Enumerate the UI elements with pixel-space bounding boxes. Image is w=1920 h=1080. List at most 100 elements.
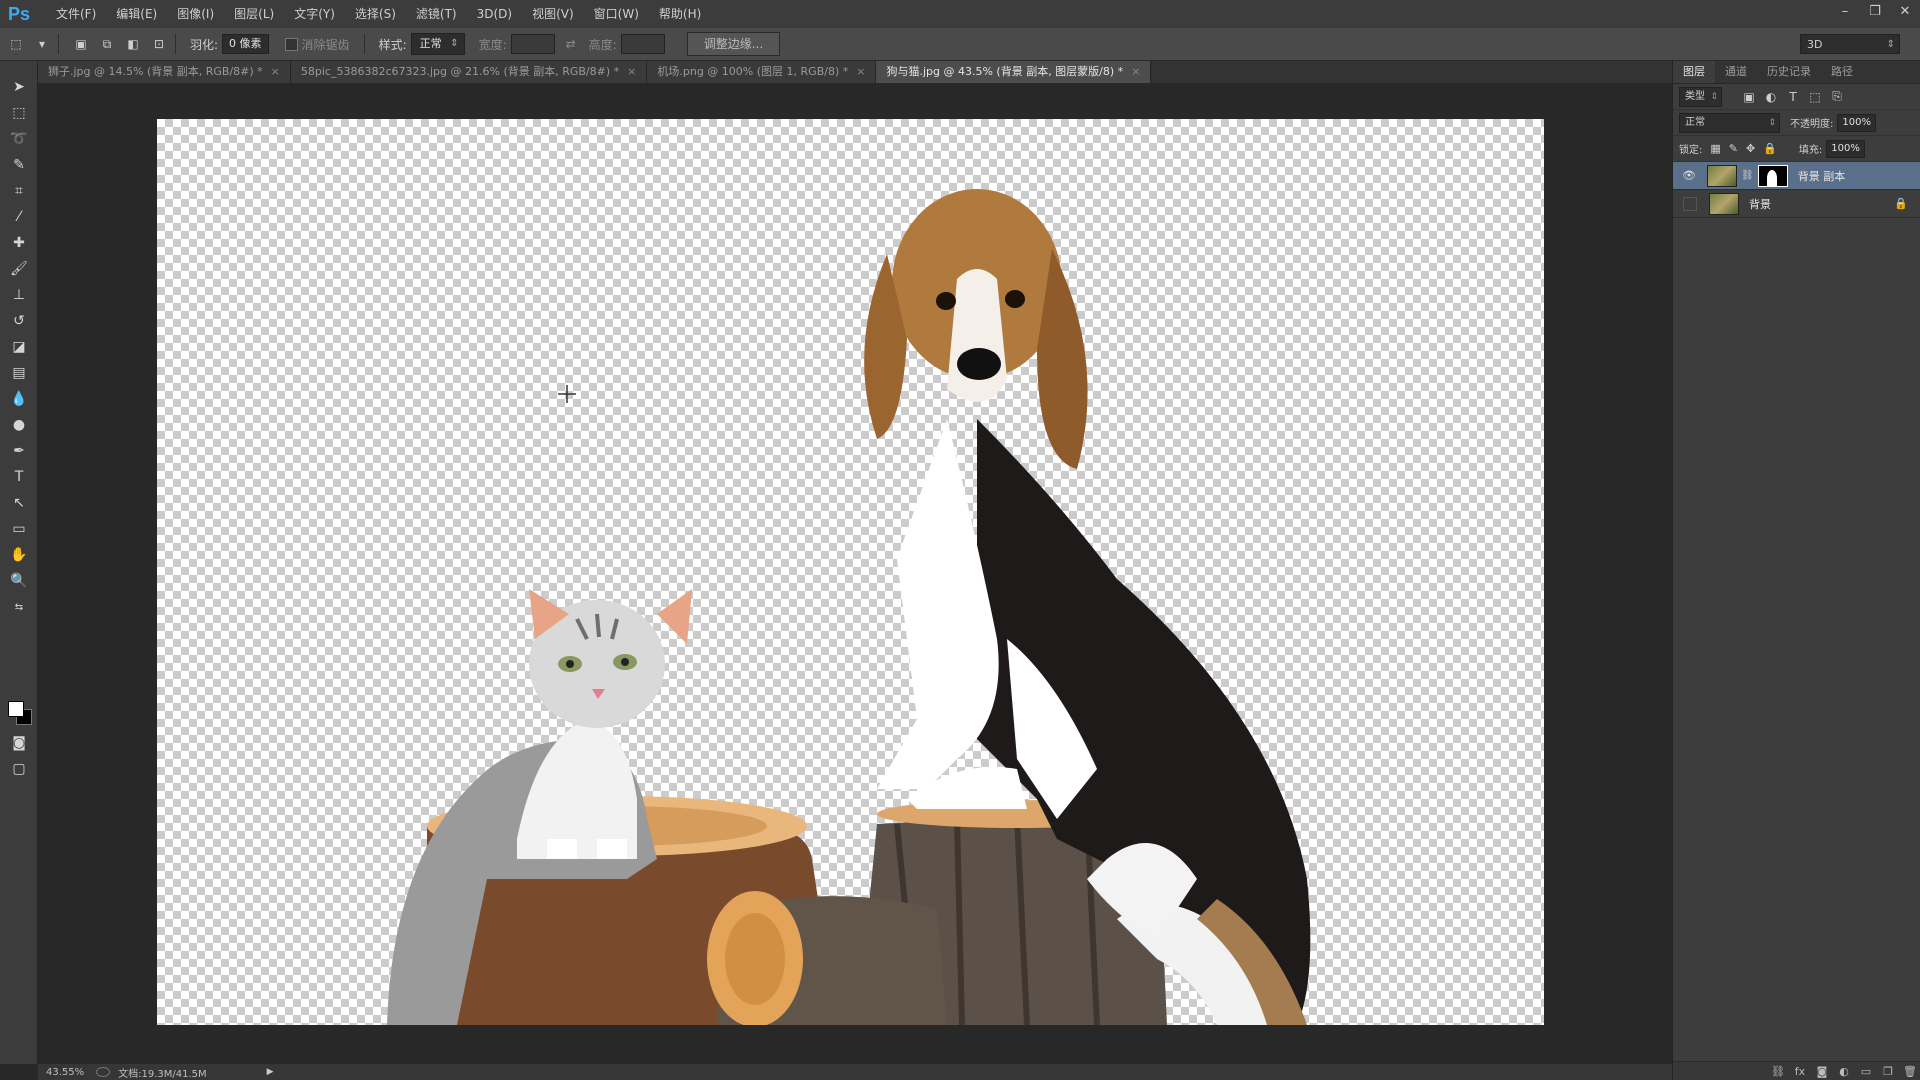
close-icon[interactable]: × [1131, 61, 1140, 83]
add-mask-icon[interactable]: ◙ [1811, 1065, 1833, 1078]
adjustment-filter-icon[interactable]: ◐ [1764, 90, 1778, 104]
antialias-checkbox[interactable] [284, 37, 298, 51]
filter-kind-select[interactable]: 类型 [1679, 86, 1722, 107]
smart-object-filter-icon[interactable]: ⎘ [1830, 89, 1844, 104]
lock-all-icon[interactable]: 🔒 [1763, 142, 1777, 155]
document-size: 文档:19.3M/41.5M [118, 1068, 207, 1080]
clone-stamp-tool-icon[interactable]: ⊥ [9, 285, 29, 305]
screen-mode-icon[interactable]: ▢ [9, 759, 29, 779]
menu-select[interactable]: 选择(S) [345, 0, 406, 28]
adjustment-layer-icon[interactable]: ◐ [1833, 1065, 1855, 1078]
visibility-toggle[interactable] [1683, 196, 1697, 211]
menu-type[interactable]: 文字(Y) [284, 0, 345, 28]
opacity-input[interactable]: 100% [1837, 113, 1876, 132]
tab-layers[interactable]: 图层 [1673, 61, 1715, 83]
menu-help[interactable]: 帮助(H) [649, 0, 711, 28]
feather-input[interactable]: 0 像素 [222, 34, 269, 54]
doc-tab[interactable]: 狮子.jpg @ 14.5% (背景 副本, RGB/8#) * × [38, 61, 291, 83]
swap-icon[interactable]: ⇄ [561, 34, 581, 54]
layer-mask-thumbnail[interactable] [1757, 164, 1788, 187]
menu-items: 文件(F) 编辑(E) 图像(I) 图层(L) 文字(Y) 选择(S) 滤镜(T… [46, 0, 711, 28]
refine-edge-button[interactable]: 调整边缘... [686, 32, 781, 56]
intersect-selection-icon[interactable]: ⊡ [149, 34, 169, 54]
add-selection-icon[interactable]: ⧉ [97, 34, 117, 54]
close-icon[interactable]: × [627, 61, 636, 83]
blur-tool-icon[interactable]: 💧 [9, 389, 29, 409]
minimize-button[interactable]: – [1830, 0, 1860, 22]
zoom-tool-icon[interactable]: 🔍 [9, 571, 29, 591]
status-info-icon[interactable] [96, 1067, 111, 1077]
lock-transparent-icon[interactable]: ▦ [1710, 142, 1720, 155]
document-canvas[interactable] [157, 119, 1544, 1025]
menu-file[interactable]: 文件(F) [46, 0, 106, 28]
menu-window[interactable]: 窗口(W) [584, 0, 649, 28]
menu-image[interactable]: 图像(I) [167, 0, 224, 28]
style-select[interactable]: 正常 [410, 33, 465, 55]
pixel-filter-icon[interactable]: ▣ [1742, 90, 1756, 104]
healing-brush-tool-icon[interactable]: ✚ [9, 233, 29, 253]
foreground-color-swatch[interactable] [8, 701, 24, 717]
blend-mode-select[interactable]: 正常 [1679, 112, 1780, 133]
shape-filter-icon[interactable]: ⬚ [1808, 90, 1822, 104]
close-icon[interactable]: × [271, 61, 280, 83]
workspace-select[interactable]: 3D [1800, 34, 1900, 55]
tab-history[interactable]: 历史记录 [1757, 61, 1821, 83]
quick-select-tool-icon[interactable]: ✎ [9, 155, 29, 175]
fill-input[interactable]: 100% [1826, 139, 1865, 158]
delete-layer-icon[interactable]: 🗑 [1899, 1065, 1920, 1078]
brush-tool-icon[interactable]: 🖌 [9, 259, 29, 279]
status-menu-arrow-icon[interactable]: ▶ [267, 1067, 274, 1077]
restore-button[interactable]: ❐ [1860, 0, 1890, 22]
quick-mask-icon[interactable]: ◙ [9, 733, 29, 753]
link-icon[interactable]: ⛓ [1741, 170, 1754, 181]
canvas-area[interactable] [38, 83, 1672, 1064]
crop-tool-icon[interactable]: ⌗ [9, 181, 29, 201]
move-tool-icon[interactable]: ➤ [9, 77, 29, 97]
menu-3d[interactable]: 3D(D) [467, 0, 522, 28]
layer-row[interactable]: 👁 ⛓ 背景 副本 [1673, 162, 1920, 190]
menu-layer[interactable]: 图层(L) [224, 0, 284, 28]
eyedropper-tool-icon[interactable]: ⁄ [9, 207, 29, 227]
type-filter-icon[interactable]: T [1786, 90, 1800, 104]
height-input[interactable] [620, 34, 665, 54]
dropdown-arrow-icon[interactable]: ▾ [32, 34, 52, 54]
close-icon[interactable]: × [856, 61, 865, 83]
close-window-button[interactable]: ✕ [1890, 0, 1920, 22]
doc-tab[interactable]: 机场.png @ 100% (图层 1, RGB/8) * × [647, 61, 877, 83]
eraser-tool-icon[interactable]: ◪ [9, 337, 29, 357]
layer-style-icon[interactable]: fx [1789, 1065, 1811, 1078]
new-selection-icon[interactable]: ▣ [71, 34, 91, 54]
width-input[interactable] [510, 34, 555, 54]
hand-tool-icon[interactable]: ✋ [9, 545, 29, 565]
shape-tool-icon[interactable]: ▭ [9, 519, 29, 539]
new-group-icon[interactable]: ▭ [1855, 1065, 1877, 1078]
new-layer-icon[interactable]: ❐ [1877, 1065, 1899, 1078]
path-selection-tool-icon[interactable]: ↖ [9, 493, 29, 513]
lock-image-icon[interactable]: ✎ [1729, 142, 1738, 155]
type-tool-icon[interactable]: T [9, 467, 29, 487]
tab-channels[interactable]: 通道 [1715, 61, 1757, 83]
marquee-tool-preset-icon[interactable]: ⬚ [6, 34, 26, 54]
doc-tab[interactable]: 58pic_5386382c67323.jpg @ 21.6% (背景 副本, … [290, 61, 648, 83]
pen-tool-icon[interactable]: ✒ [9, 441, 29, 461]
gradient-tool-icon[interactable]: ▤ [9, 363, 29, 383]
tab-paths[interactable]: 路径 [1821, 61, 1863, 83]
marquee-tool-icon[interactable]: ⬚ [9, 103, 29, 123]
menu-view[interactable]: 视图(V) [522, 0, 584, 28]
layer-name[interactable]: 背景 副本 [1798, 168, 1846, 184]
menu-edit[interactable]: 编辑(E) [106, 0, 167, 28]
eye-icon[interactable]: 👁 [1681, 169, 1697, 182]
dodge-tool-icon[interactable]: ● [9, 415, 29, 435]
doc-tab-active[interactable]: 狗与猫.jpg @ 43.5% (背景 副本, 图层蒙版/8) * × [876, 61, 1152, 83]
swap-colors-icon[interactable]: ⇆ [9, 597, 29, 617]
lock-position-icon[interactable]: ✥ [1746, 142, 1755, 155]
layer-name[interactable]: 背景 [1749, 196, 1771, 212]
menu-filter[interactable]: 滤镜(T) [406, 0, 467, 28]
blend-row: 正常 不透明度: 100% [1673, 110, 1920, 136]
link-layers-icon[interactable]: ⛓ [1767, 1065, 1789, 1078]
zoom-readout[interactable]: 43.55% [46, 1067, 84, 1078]
subtract-selection-icon[interactable]: ◧ [123, 34, 143, 54]
layer-row[interactable]: 背景 🔒 [1673, 190, 1920, 218]
lasso-tool-icon[interactable]: ➰ [9, 129, 29, 149]
history-brush-tool-icon[interactable]: ↺ [9, 311, 29, 331]
